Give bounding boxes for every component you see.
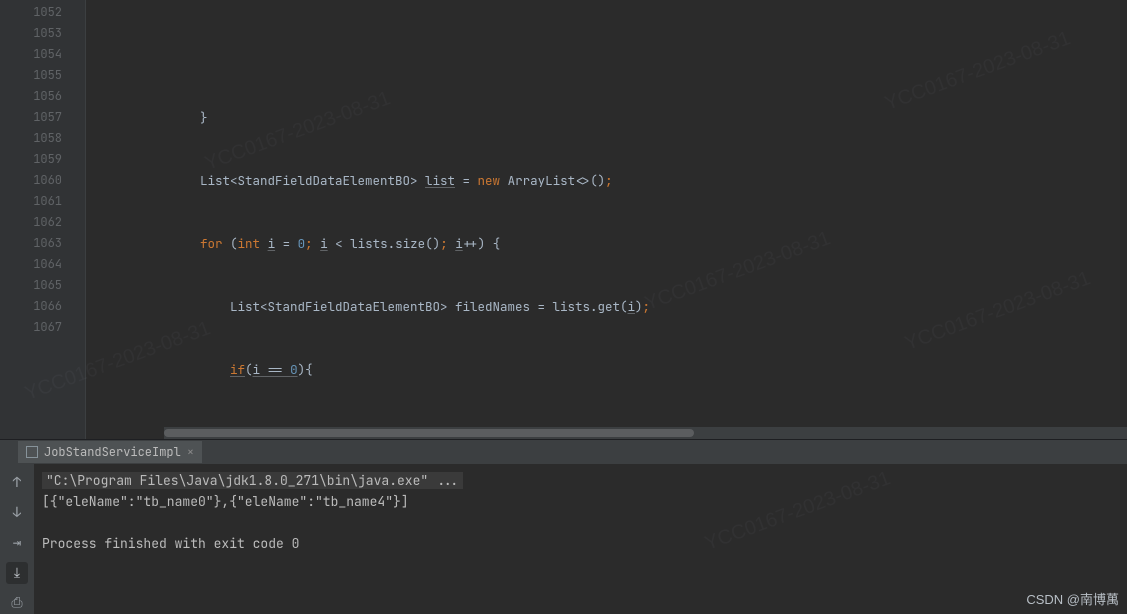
line-number: 1056 — [0, 86, 62, 107]
code-editor[interactable]: } List<StandFieldDataElementBO> list = n… — [76, 0, 1127, 439]
run-tool-column: ↑ ↓ ⇥ ⤓ ⎙ — [0, 464, 34, 614]
editor-area: 1052105310541055105610571058105910601061… — [0, 0, 1127, 439]
line-number: 1055 — [0, 65, 62, 86]
console-exit: Process finished with exit code 0 — [42, 535, 299, 552]
close-icon[interactable]: × — [187, 444, 194, 460]
console-command: "C:\Program Files\Java\jdk1.8.0_271\bin\… — [42, 472, 463, 489]
line-number: 1063 — [0, 233, 62, 254]
run-tab-jobstandserviceimpl[interactable]: JobStandServiceImpl × — [18, 441, 202, 463]
line-number: 1067 — [0, 317, 62, 338]
run-tabs: JobStandServiceImpl × — [0, 440, 1127, 464]
line-number: 1054 — [0, 44, 62, 65]
horizontal-scrollbar[interactable] — [164, 427, 1127, 439]
down-stack-button[interactable]: ↓ — [6, 502, 28, 524]
class-icon — [26, 446, 38, 458]
line-number: 1060 — [0, 170, 62, 191]
line-number: 1062 — [0, 212, 62, 233]
line-number: 1057 — [0, 107, 62, 128]
line-number: 1065 — [0, 275, 62, 296]
line-number: 1066 — [0, 296, 62, 317]
line-number: 1058 — [0, 128, 62, 149]
line-number: 1061 — [0, 191, 62, 212]
print-button[interactable]: ⎙ — [6, 592, 28, 614]
line-number: 1064 — [0, 254, 62, 275]
line-number: 1052 — [0, 2, 62, 23]
console-stdout: [{"eleName":"tb_name0"},{"eleName":"tb_n… — [42, 493, 409, 510]
line-number-gutter: 1052105310541055105610571058105910601061… — [0, 0, 76, 439]
scroll-to-end-button[interactable]: ⤓ — [6, 562, 28, 584]
tab-label: JobStandServiceImpl — [44, 444, 181, 460]
run-panel: JobStandServiceImpl × ↑ ↓ ⇥ ⤓ ⎙ "C:\Prog… — [0, 439, 1127, 614]
csdn-watermark: CSDN @南博萬 — [1026, 589, 1119, 608]
line-number: 1059 — [0, 149, 62, 170]
soft-wrap-button[interactable]: ⇥ — [6, 532, 28, 554]
line-number: 1053 — [0, 23, 62, 44]
console-output[interactable]: "C:\Program Files\Java\jdk1.8.0_271\bin\… — [34, 464, 1127, 614]
up-stack-button[interactable]: ↑ — [6, 472, 28, 494]
scrollbar-thumb[interactable] — [164, 429, 694, 437]
